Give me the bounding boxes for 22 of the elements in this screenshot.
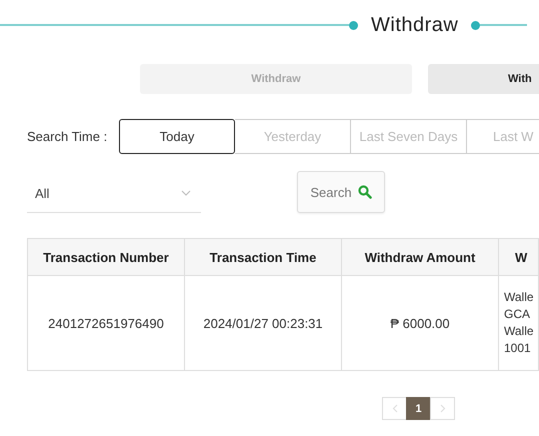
search-button[interactable]: Search [297,171,385,213]
chevron-left-icon [392,404,398,413]
dot-icon [471,20,480,30]
chevron-down-icon [181,190,191,196]
column-header: Transaction Time [184,238,342,276]
column-header: Withdraw Amount [342,238,498,276]
time-option[interactable]: Today [119,119,235,154]
search-icon [358,185,372,199]
column-header: Transaction Number [28,238,184,276]
chevron-right-icon [440,404,446,413]
column-header: W [498,238,538,276]
table-cell: Walle GCA Walle 1001 [504,289,534,357]
table-cell: 2024/01/27 00:23:31 [184,276,342,370]
dot-icon [349,20,358,30]
page-title: Withdraw [371,14,458,36]
table-cell: 2401272651976490 [28,276,184,370]
tab[interactable]: With [428,64,539,94]
previous-page-button[interactable] [382,397,407,420]
page-button[interactable]: 1 [406,397,431,420]
table-cell: ₱ 6000.00 [342,276,498,370]
status-dropdown[interactable]: All [27,174,201,212]
search-time-label: Search Time : [27,129,108,144]
